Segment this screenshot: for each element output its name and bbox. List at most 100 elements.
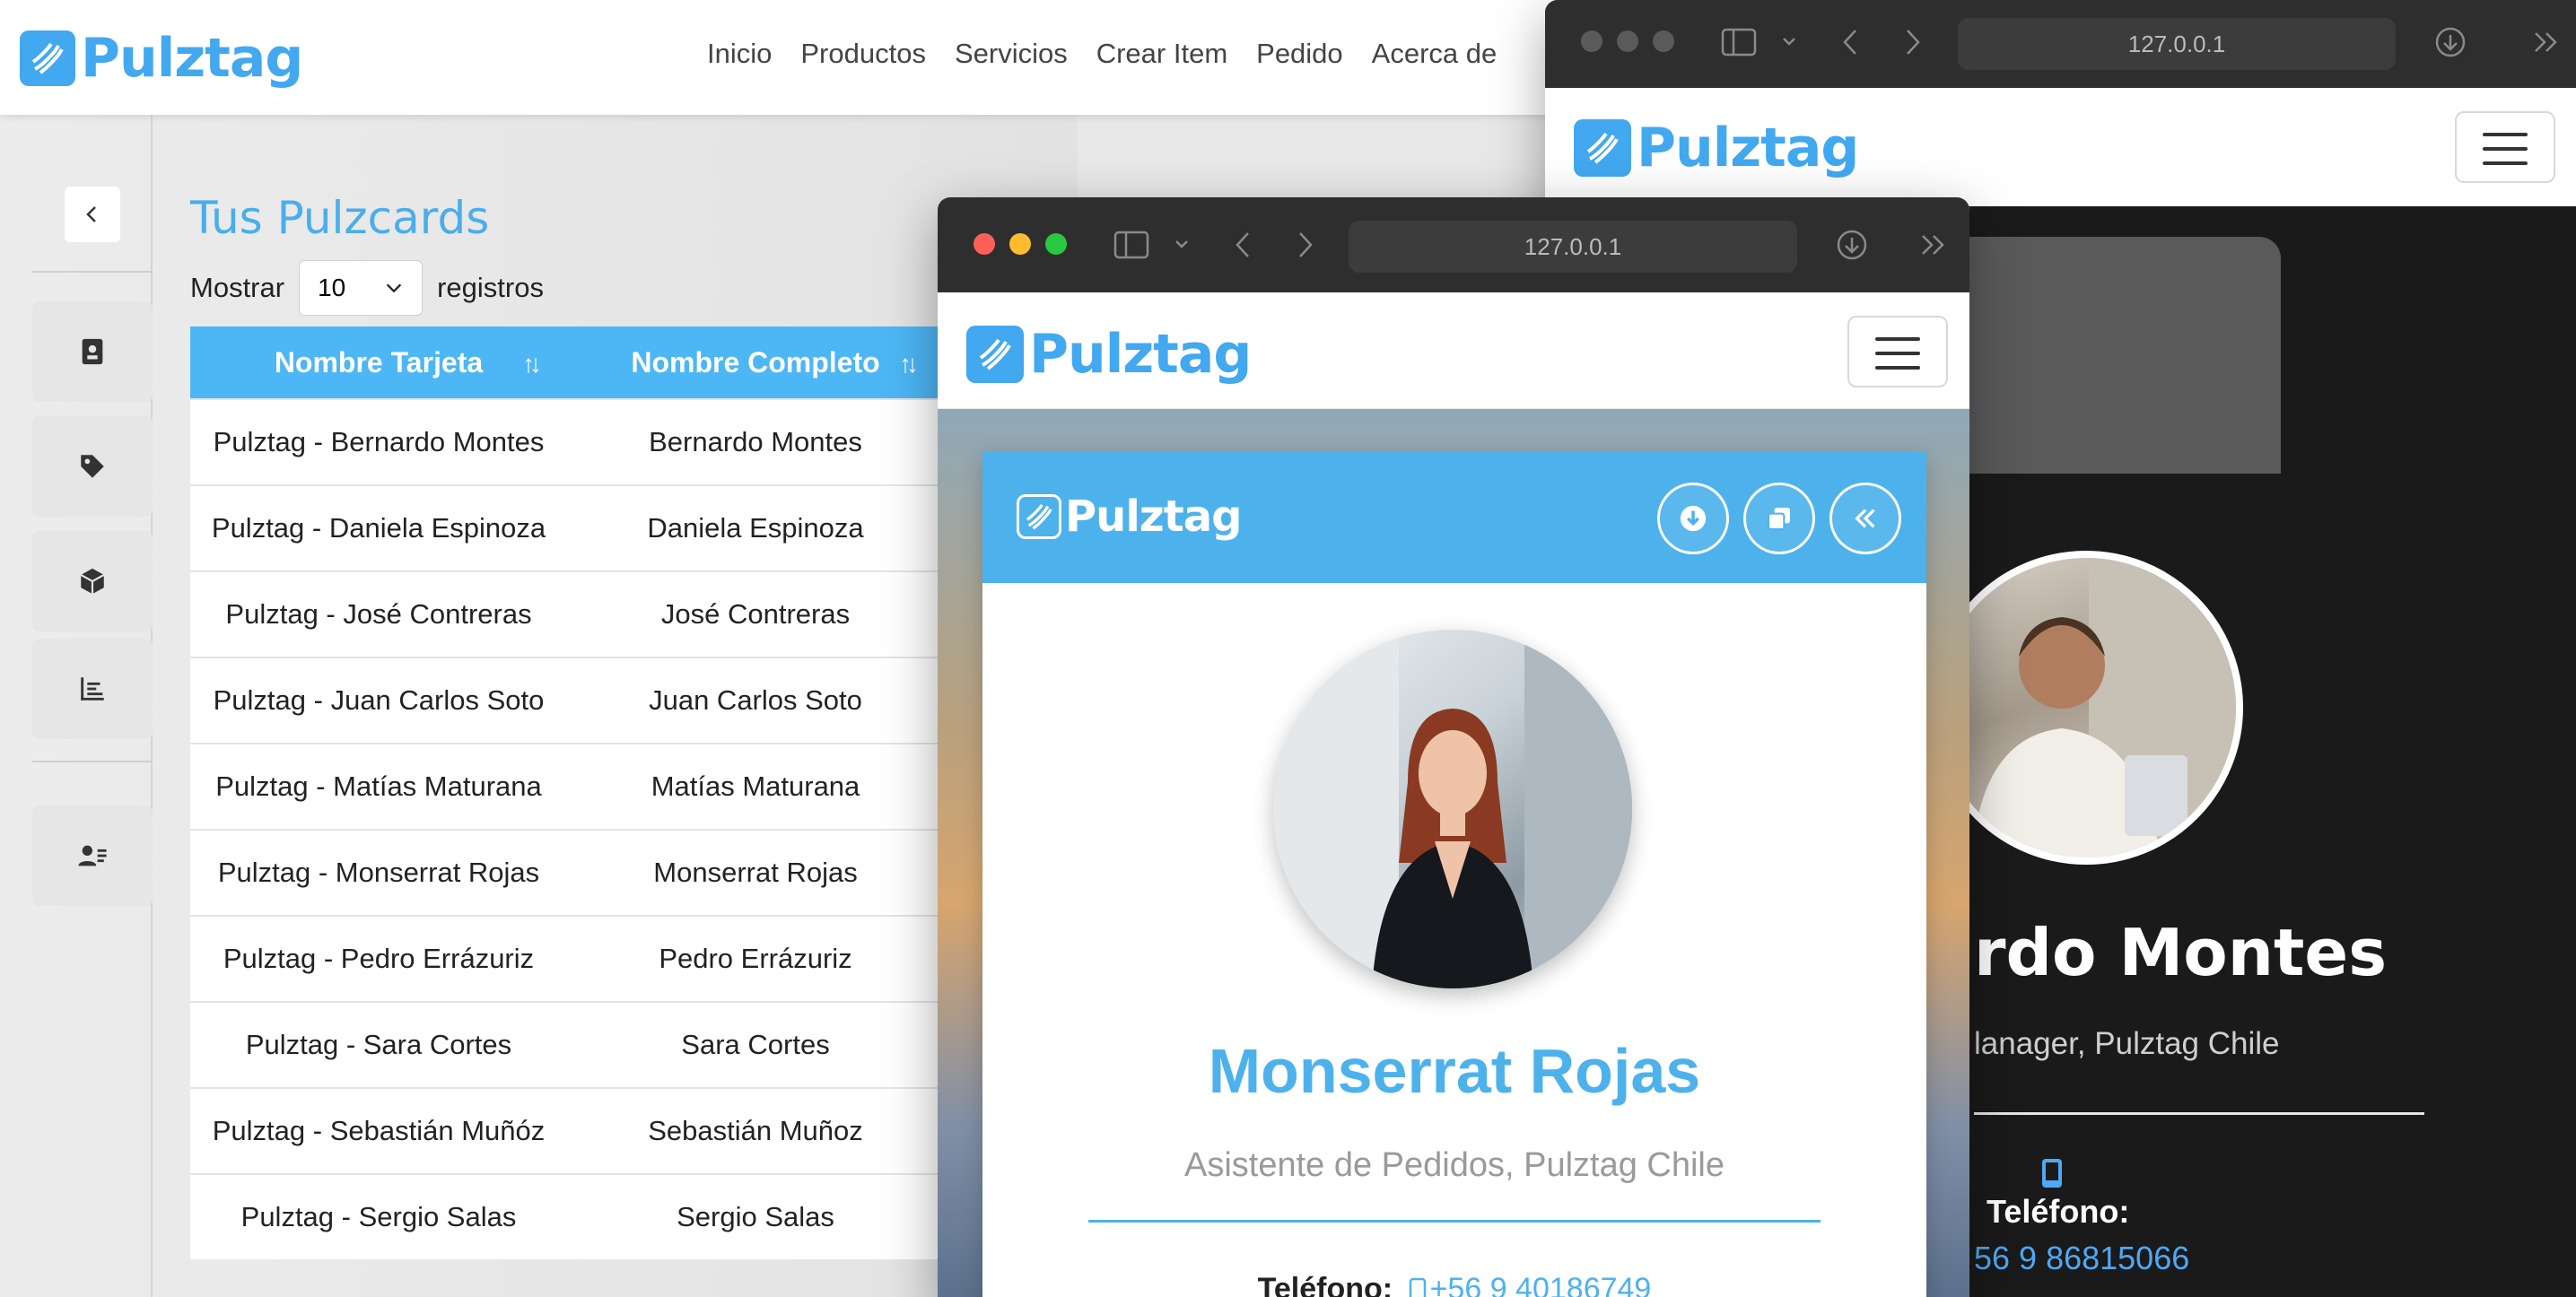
nav-link-pedido[interactable]: Pedido [1256, 38, 1343, 70]
table-row[interactable]: Pulztag - Sebastián Muñóz Sebastián Muñoz [190, 1087, 998, 1173]
table-cell: Daniela Espinoza [647, 512, 864, 544]
sidebar-collapse-button[interactable] [65, 187, 120, 242]
nav-link-productos[interactable]: Productos [800, 38, 926, 70]
divider [1974, 1112, 2424, 1115]
back-icon[interactable] [1839, 27, 1861, 57]
table-row[interactable]: Pulztag - Daniela Espinoza Daniela Espino… [190, 484, 998, 570]
copy-button[interactable] [1743, 483, 1815, 554]
window-close-button[interactable] [974, 233, 995, 255]
nav-link-servicios[interactable]: Servicios [955, 38, 1068, 70]
sidebar-toggle-icon[interactable] [1113, 230, 1149, 260]
site-navbar: Pulztag [938, 292, 1969, 409]
menu-toggle-button[interactable] [1847, 316, 1948, 387]
show-label: Mostrar [190, 272, 285, 303]
table-row[interactable]: Pulztag - José Contreras José Contreras [190, 570, 998, 657]
table-cell: Pulztag - Sara Cortes [245, 1029, 512, 1060]
table-cell: Pulztag - Pedro Errázuriz [223, 943, 535, 974]
brand-logo[interactable]: Pulztag [966, 323, 1252, 386]
chevron-down-icon[interactable] [1173, 235, 1191, 253]
user-list-icon [78, 845, 107, 866]
brand-logo[interactable]: Pulztag [1574, 117, 1859, 179]
sidebar-item-stats[interactable] [32, 639, 153, 739]
address-bar[interactable]: 127.0.0.1 [1349, 221, 1797, 273]
phone-icon [2040, 1157, 2064, 1189]
phone-number-link[interactable]: +56 9 40186749 [1430, 1272, 1652, 1297]
table-cell: Pedro Errázuriz [659, 943, 852, 974]
divider [1088, 1220, 1821, 1223]
download-contact-button[interactable] [1657, 483, 1729, 554]
sidebar-item-cards[interactable] [32, 301, 153, 402]
table-row[interactable]: Pulztag - Matías Maturana Matías Maturana [190, 743, 998, 829]
profile-photo [1972, 558, 2236, 857]
download-icon[interactable] [2433, 25, 2467, 59]
card-name: Monserrat Rojas [1208, 1036, 1701, 1106]
nav-links: Inicio Productos Servicios Crear Item Pe… [707, 38, 1497, 70]
sidebar-toggle-icon[interactable] [1721, 27, 1757, 57]
back-button[interactable] [1829, 483, 1901, 554]
address-bar[interactable]: 127.0.0.1 [1958, 18, 2396, 70]
nav-link-inicio[interactable]: Inicio [707, 38, 772, 70]
sidebar-item-users[interactable] [32, 805, 153, 906]
download-icon[interactable] [1835, 228, 1869, 262]
site-navbar: Pulztag [1545, 88, 2576, 206]
column-header-nombre-tarjeta[interactable]: Nombre Tarjeta ↑↓ [190, 326, 567, 398]
phone-icon [1409, 1277, 1426, 1297]
sidebar [0, 115, 153, 1297]
nav-link-crear-item[interactable]: Crear Item [1096, 38, 1227, 70]
table-header: Nombre Tarjeta ↑↓ Nombre Completo ↑↓ [190, 326, 998, 398]
table-cell: Bernardo Montes [649, 426, 862, 457]
sort-icon: ↑↓ [522, 350, 542, 378]
sidebar-divider [32, 761, 153, 762]
table-cell: Sebastián Muñoz [648, 1115, 863, 1146]
table-row[interactable]: Pulztag - Sergio Salas Sergio Salas [190, 1173, 998, 1259]
window-minimize-button[interactable] [1617, 30, 1638, 52]
phone-row: Teléfono: +56 9 40186749 [982, 1272, 1926, 1297]
table-cell: Pulztag - Juan Carlos Soto [213, 684, 545, 716]
page-length-select[interactable]: 10 [299, 260, 424, 316]
phone-number-link[interactable]: 56 9 86815066 [1974, 1240, 2189, 1277]
window-zoom-button[interactable] [1653, 30, 1674, 52]
window-zoom-button[interactable] [1045, 233, 1067, 255]
table-cell: José Contreras [660, 598, 851, 630]
window-close-button[interactable] [1581, 30, 1602, 52]
table-row[interactable]: Pulztag - Juan Carlos Soto Juan Carlos So… [190, 657, 998, 743]
brand-name: Pulztag [1029, 323, 1252, 386]
sidebar-item-tags[interactable] [32, 416, 153, 517]
more-chevrons-icon[interactable] [2530, 29, 2561, 56]
avatar [1273, 630, 1632, 988]
table-cell: Pulztag - Sergio Salas [240, 1201, 517, 1232]
sidebar-item-products[interactable] [32, 531, 153, 631]
brand-name: Pulztag [1065, 492, 1242, 542]
table-cell: Pulztag - Daniela Espinoza [211, 512, 546, 544]
phone-label: Teléfono: [1987, 1193, 2130, 1230]
table-cell: Juan Carlos Soto [649, 684, 862, 716]
column-header-label: Nombre Tarjeta [274, 345, 484, 379]
table-row[interactable]: Pulztag - Monserrat Rojas Monserrat Rojas [190, 829, 998, 915]
card-role: lanager, Pulztag Chile [1974, 1026, 2280, 1061]
forward-icon[interactable] [1295, 230, 1316, 260]
column-header-nombre-completo[interactable]: Nombre Completo ↑↓ [567, 326, 944, 398]
table-row[interactable]: Pulztag - Sara Cortes Sara Cortes [190, 1001, 998, 1087]
brand-logo[interactable]: Pulztag [20, 27, 303, 90]
table-cell: Pulztag - José Contreras [225, 598, 532, 630]
download-circle-icon [1680, 505, 1707, 532]
pulzcard: Pulztag Monserrat Rojas Asistente de Ped… [982, 452, 1926, 1297]
card-name: rdo Montes [1974, 915, 2388, 990]
nav-link-acerca-de[interactable]: Acerca de [1372, 38, 1498, 70]
double-chevron-left-icon [1855, 509, 1875, 528]
window-minimize-button[interactable] [1009, 233, 1031, 255]
menu-toggle-button[interactable] [2455, 111, 2555, 183]
brand-name: Pulztag [1637, 117, 1859, 179]
table-cell: Pulztag - Matías Maturana [215, 770, 542, 802]
more-chevrons-icon[interactable] [1917, 231, 1948, 258]
browser-toolbar: 127.0.0.1 [938, 197, 1969, 292]
back-icon[interactable] [1232, 230, 1253, 260]
bar-chart-icon [81, 677, 104, 701]
pulztag-logo-icon [966, 326, 1024, 383]
table-row[interactable]: Pulztag - Pedro Errázuriz Pedro Errázuriz [190, 915, 998, 1001]
table-row[interactable]: Pulztag - Bernardo Montes Bernardo Montes [190, 398, 998, 484]
forward-icon[interactable] [1902, 27, 1924, 57]
chevron-down-icon[interactable] [1780, 32, 1798, 50]
table-cell: Pulztag - Sebastián Muñóz [212, 1115, 546, 1146]
browser-window-middle: 127.0.0.1 Pulztag Pulztag Monserrat Roja… [938, 197, 1969, 1297]
